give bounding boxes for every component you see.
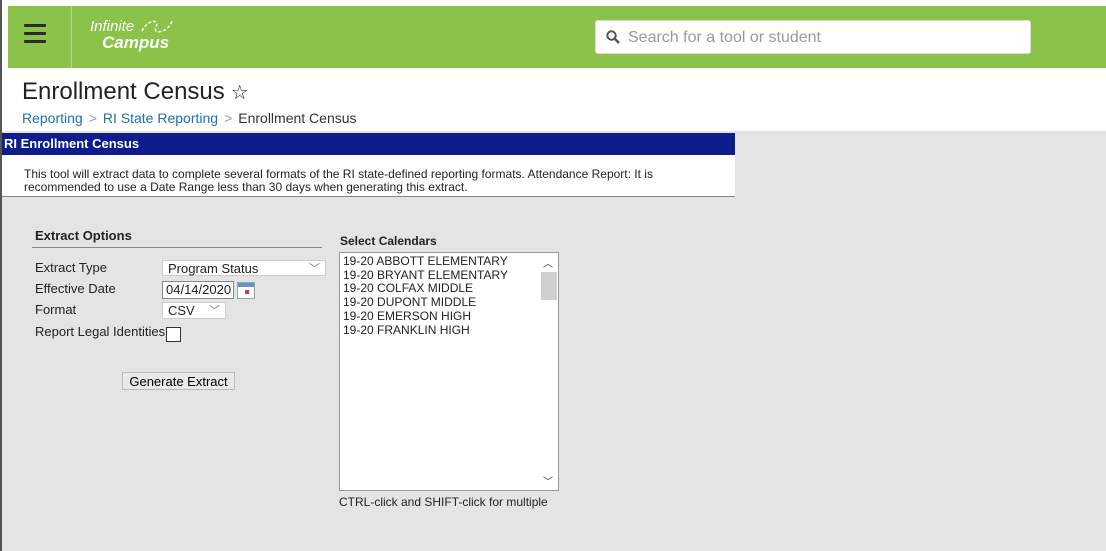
- search-input[interactable]: [626, 21, 1020, 55]
- generate-extract-button[interactable]: Generate Extract: [122, 372, 235, 390]
- page-title-text: Enrollment Census: [22, 78, 225, 105]
- chevron-down-icon[interactable]: ﹀: [543, 473, 553, 488]
- calendar-option[interactable]: 19-20 COLFAX MIDDLE: [343, 282, 508, 296]
- format-value: CSV: [168, 303, 195, 318]
- calendar-option[interactable]: 19-20 ABBOTT ELEMENTARY: [343, 254, 508, 269]
- breadcrumb: Reporting > RI State Reporting > Enrollment …: [22, 110, 357, 126]
- panel-description: This tool will extract data to complete …: [2, 155, 735, 197]
- top-bar: Infinite Campus: [8, 6, 1106, 68]
- calendar-list: 19-20 ABBOTT ELEMENTARY 19-20 BRYANT ELE…: [343, 254, 508, 338]
- panel-header: RI Enrollment Census: [2, 133, 735, 155]
- listbox-scrollbar[interactable]: ︿ ﹀: [540, 253, 558, 490]
- topbar-divider: [71, 6, 72, 68]
- calendar-option[interactable]: 19-20 DUPONT MIDDLE: [343, 295, 508, 310]
- multi-select-hint: CTRL-click and SHIFT-click for multiple: [339, 495, 548, 509]
- report-legal-identities-checkbox[interactable]: [166, 327, 181, 342]
- report-legal-identities-label: Report Legal Identities: [35, 324, 166, 339]
- effective-date-label: Effective Date: [35, 281, 116, 296]
- chevron-down-icon: ﹀: [209, 305, 220, 317]
- format-select[interactable]: CSV ﹀: [162, 302, 226, 319]
- breadcrumb-separator-icon: >: [88, 110, 97, 126]
- calendar-option[interactable]: 19-20 FRANKLIN HIGH: [343, 323, 508, 338]
- format-label: Format: [35, 302, 77, 317]
- logo-line2: Campus: [102, 33, 170, 52]
- select-calendars-heading: Select Calendars: [340, 234, 437, 248]
- breadcrumb-reporting[interactable]: Reporting: [22, 110, 83, 126]
- scrollbar-thumb[interactable]: [541, 272, 557, 300]
- extract-type-label: Extract Type: [35, 260, 108, 275]
- calendar-option[interactable]: 19-20 EMERSON HIGH: [343, 309, 508, 324]
- calendar-picker-icon[interactable]: [237, 282, 255, 299]
- extract-type-value: Program Status: [168, 261, 259, 276]
- search-box[interactable]: [595, 20, 1031, 55]
- page-title: Enrollment Census ☆: [22, 78, 249, 106]
- extract-options-divider: [32, 247, 322, 248]
- favorite-star-icon[interactable]: ☆: [231, 82, 249, 104]
- calendar-option[interactable]: 19-20 BRYANT ELEMENTARY: [343, 268, 508, 283]
- description-line2: recommended to use a Date Range less tha…: [24, 180, 468, 194]
- infinite-campus-logo[interactable]: Infinite Campus: [90, 19, 173, 52]
- calendar-listbox[interactable]: 19-20 ABBOTT ELEMENTARY 19-20 BRYANT ELE…: [339, 252, 559, 491]
- search-icon: [606, 30, 620, 44]
- chevron-up-icon[interactable]: ︿: [543, 255, 553, 270]
- extract-options-heading: Extract Options: [35, 228, 132, 243]
- chevron-down-icon: ﹀: [309, 263, 320, 275]
- breadcrumb-ri-state-reporting[interactable]: RI State Reporting: [103, 110, 218, 126]
- effective-date-field[interactable]: 04/14/2020: [162, 281, 234, 299]
- logo-swoosh-icon: [141, 20, 173, 33]
- extract-type-select[interactable]: Program Status ﹀: [162, 260, 326, 276]
- breadcrumb-current: Enrollment Census: [238, 110, 357, 126]
- breadcrumb-separator-icon: >: [224, 110, 233, 126]
- hamburger-menu-icon[interactable]: [24, 24, 46, 44]
